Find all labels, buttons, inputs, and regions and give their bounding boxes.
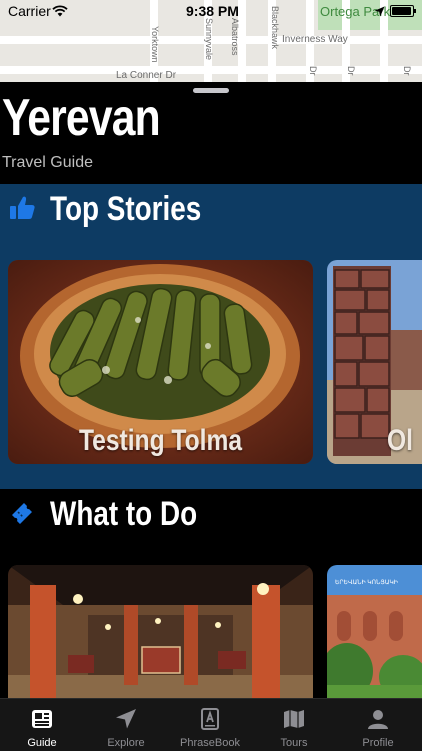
- map-street-label: Dr: [308, 66, 318, 76]
- tab-label: Profile: [362, 737, 394, 749]
- guide-sheet[interactable]: Yerevan Travel Guide Top Stories Testing…: [0, 82, 422, 698]
- profile-icon: [366, 707, 390, 731]
- map-icon: [282, 707, 306, 731]
- tab-guide[interactable]: Guide: [0, 699, 84, 751]
- tab-profile[interactable]: Profile: [336, 699, 420, 751]
- guide-icon: [30, 707, 54, 731]
- map-street-label: Inverness Way: [282, 34, 348, 45]
- phrasebook-icon: [198, 707, 222, 731]
- battery-icon: [390, 5, 416, 17]
- section-title: Top Stories: [50, 190, 202, 228]
- story-card[interactable]: Testing Tolma: [8, 260, 313, 464]
- activity-card[interactable]: ԵՐԵՎԱՆԻ ԿՈՆՅԱԿԻ: [327, 565, 422, 698]
- map-street-label: Yorktown: [150, 26, 160, 63]
- story-card-title: Testing Tolma: [78, 424, 243, 457]
- tab-label: PhraseBook: [180, 737, 240, 749]
- story-card[interactable]: Ol: [327, 260, 422, 464]
- story-card-title: Ol: [387, 424, 413, 457]
- tab-label: Guide: [27, 737, 57, 749]
- map-street-label: Dr: [402, 66, 412, 76]
- tab-tours[interactable]: Tours: [252, 699, 336, 751]
- section-title: What to Do: [50, 495, 198, 533]
- thumbs-up-icon: [8, 194, 36, 222]
- clock: 9:38 PM: [186, 3, 239, 19]
- tab-explore[interactable]: Explore: [84, 699, 168, 751]
- sheet-grabber[interactable]: [193, 88, 229, 93]
- tab-bar: Guide Explore PhraseBook Tours Profile: [0, 698, 422, 751]
- map-street-label: Albatross: [230, 18, 240, 56]
- map-street-label: Sunnyvale: [204, 18, 214, 61]
- activity-card[interactable]: [8, 565, 313, 698]
- page-title: Yerevan: [2, 89, 161, 147]
- page-subtitle: Travel Guide: [2, 154, 93, 171]
- map-street-label: La Conner Dr: [116, 70, 177, 81]
- tab-phrasebook[interactable]: PhraseBook: [168, 699, 252, 751]
- what-to-do-section: What to Do ԵՐԵՎԱՆԻ ԿՈՆՅԱԿԻ: [0, 489, 422, 698]
- ticket-icon: [8, 499, 36, 527]
- status-bar: Carrier 9:38 PM: [0, 0, 422, 22]
- location-arrow-icon: [114, 707, 138, 731]
- map-street-label: Dr: [346, 66, 356, 76]
- location-services-icon: [374, 4, 385, 20]
- carrier-label: Carrier: [8, 3, 51, 19]
- building-sign: ԵՐԵՎԱՆԻ ԿՈՆՅԱԿԻ: [335, 580, 398, 586]
- tab-label: Tours: [280, 737, 308, 749]
- wifi-icon: [52, 4, 68, 20]
- carpet-museum-image: [8, 565, 313, 698]
- top-stories-section: Top Stories Testing Tolma Ol: [0, 184, 422, 489]
- tab-label: Explore: [107, 737, 145, 749]
